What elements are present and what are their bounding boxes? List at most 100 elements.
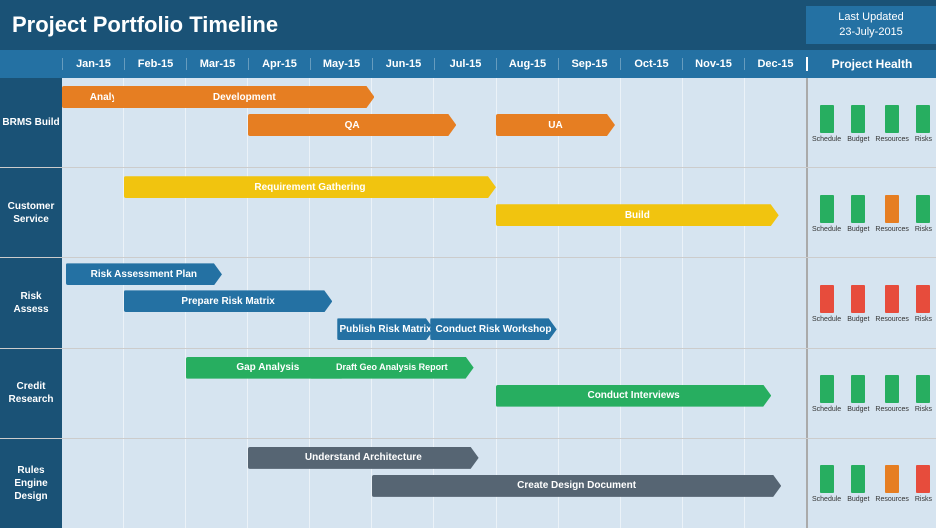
col-line [620,258,682,347]
content-area: BRMS BuildAnalysisDevelopmentQAUASchedul… [0,78,936,528]
project-row-rules-engine-design: Rules Engine DesignUnderstand Architectu… [0,439,936,528]
health-bar-label: Budget [847,496,869,503]
gantt-bar: Draft Geo Analysis Report [310,357,474,379]
gantt-bar: Development [114,86,374,108]
health-bar-label: Schedule [812,316,841,323]
health-bar-schedule [820,465,834,493]
row-label-credit-research: Credit Research [0,349,62,438]
health-bar-schedule [820,285,834,313]
month-cell: Feb-15 [124,58,186,70]
health-bar-group: Risks [915,465,932,503]
health-bar-label: Risks [915,226,932,233]
health-bar-resources [885,105,899,133]
row-label-customer-service: Customer Service [0,168,62,257]
last-updated-date: 23-July-2015 [839,26,903,38]
health-bar-schedule [820,375,834,403]
header-title: Project Portfolio Timeline [0,12,806,38]
gantt-bar: UA [496,114,615,136]
health-bar-group: Resources [875,465,908,503]
header-updated: Last Updated 23-July-2015 [806,6,936,45]
health-bar-group: Schedule [812,465,841,503]
health-bar-label: Schedule [812,406,841,413]
project-row-customer-service: Customer ServiceRequirement GatheringBui… [0,168,936,258]
health-bar-resources [885,195,899,223]
health-bar-label: Resources [875,226,908,233]
health-bar-group: Budget [847,285,869,323]
health-bar-label: Resources [875,316,908,323]
health-bar-budget [851,375,865,403]
project-row-credit-research: Credit ResearchGap AnalysisDraft Geo Ana… [0,349,936,439]
health-bar-label: Resources [875,136,908,143]
health-bar-group: Resources [875,195,908,233]
health-bar-risks [916,195,930,223]
health-bar-schedule [820,105,834,133]
health-bar-budget [851,465,865,493]
health-bar-budget [851,285,865,313]
health-bar-label: Budget [847,226,869,233]
col-line [62,349,123,438]
health-bar-group: Resources [875,105,908,143]
health-bar-group: Budget [847,195,869,233]
col-line [620,78,682,167]
health-bar-label: Risks [915,316,932,323]
month-cell: Jul-15 [434,58,496,70]
col-line [123,439,185,528]
col-line [123,349,185,438]
health-bar-risks [916,105,930,133]
gantt-bar: QA [248,114,456,136]
col-line [185,439,247,528]
gantt-bar: Requirement Gathering [124,176,496,198]
health-bar-group: Schedule [812,285,841,323]
month-cell: Dec-15 [744,58,806,70]
gantt-bar: Publish Risk Matrix [337,318,434,340]
health-bar-resources [885,465,899,493]
timeline-rules-engine-design: Understand ArchitectureCreate Design Doc… [62,439,806,528]
health-bar-label: Schedule [812,136,841,143]
health-bar-label: Resources [875,406,908,413]
health-bar-risks [916,375,930,403]
gantt-bar: Conduct Risk Workshop [430,318,556,340]
month-cell: Mar-15 [186,58,248,70]
col-line [62,439,123,528]
health-bar-group: Risks [915,285,932,323]
project-health-header: Project Health [806,57,936,71]
health-bar-resources [885,285,899,313]
month-cell: Oct-15 [620,58,682,70]
last-updated-label: Last Updated [838,11,903,23]
gantt-bar: Prepare Risk Matrix [124,290,332,312]
header: Project Portfolio Timeline Last Updated … [0,0,936,50]
health-bar-risks [916,465,930,493]
health-cell-credit-research: ScheduleBudgetResourcesRisks [806,349,936,438]
month-cell: Apr-15 [248,58,310,70]
health-bar-group: Schedule [812,105,841,143]
month-cells: Jan-15Feb-15Mar-15Apr-15May-15Jun-15Jul-… [62,58,806,70]
health-bar-group: Schedule [812,195,841,233]
col-line [744,258,806,347]
month-row: Jan-15Feb-15Mar-15Apr-15May-15Jun-15Jul-… [0,50,936,78]
row-label-brms-build: BRMS Build [0,78,62,167]
health-bar-group: Resources [875,375,908,413]
health-bar-group: Budget [847,105,869,143]
health-bar-group: Risks [915,195,932,233]
row-label-risk-assess: Risk Assess [0,258,62,347]
health-bar-label: Budget [847,316,869,323]
health-bar-group: Schedule [812,375,841,413]
health-bar-label: Schedule [812,226,841,233]
health-bar-label: Budget [847,136,869,143]
health-bar-label: Risks [915,496,932,503]
health-bar-group: Resources [875,285,908,323]
health-cell-risk-assess: Schedule Budget Resources Risks [806,258,936,347]
gantt-bar: Create Design Document [372,475,781,497]
gantt-bar: Build [496,204,779,226]
health-bars: ScheduleBudgetResourcesRisks [812,373,932,413]
timeline-credit-research: Gap AnalysisDraft Geo Analysis ReportCon… [62,349,806,438]
health-bar-budget [851,105,865,133]
gantt-bar: Conduct Interviews [496,385,771,407]
timeline-brms-build: AnalysisDevelopmentQAUA [62,78,806,167]
row-label-rules-engine-design: Rules Engine Design [0,439,62,528]
col-line [62,168,123,257]
health-bar-label: Schedule [812,496,841,503]
health-bar-label: Budget [847,406,869,413]
timeline-customer-service: Requirement GatheringBuild [62,168,806,257]
timeline-risk-assess: Risk Assessment PlanPrepare Risk MatrixP… [62,258,806,347]
